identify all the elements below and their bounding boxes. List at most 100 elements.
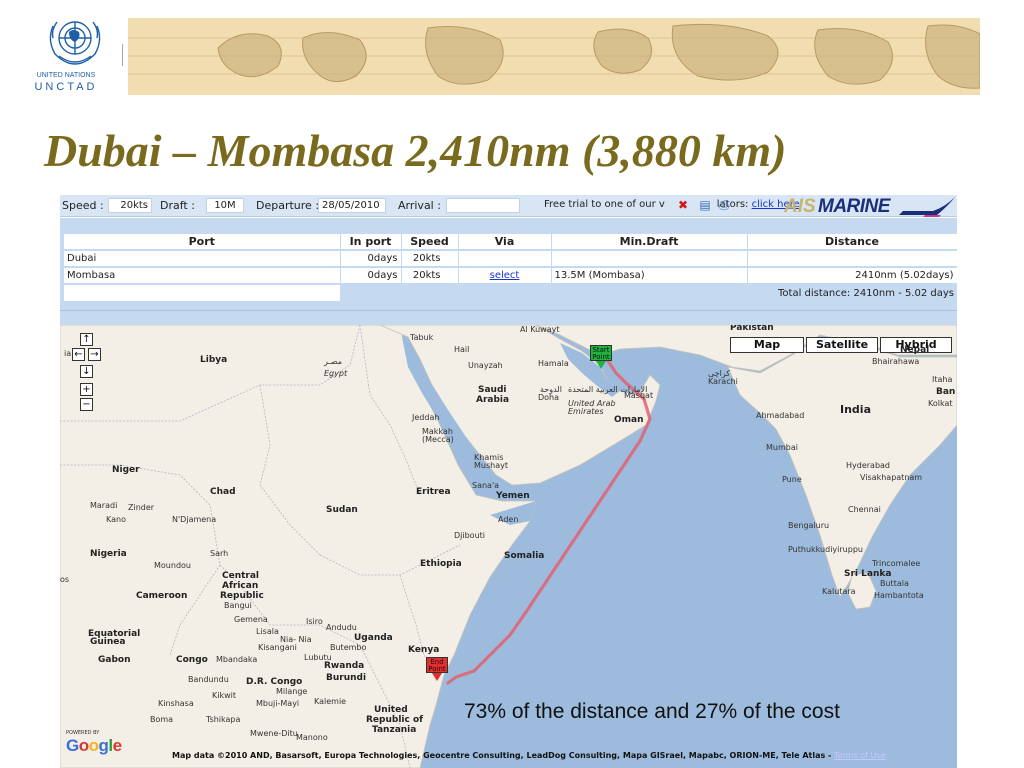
label-tshikapa: Tshikapa	[206, 715, 241, 724]
label-sarh: Sarh	[210, 549, 229, 558]
route-table: Port In port Speed Via Min.Draft Distanc…	[64, 234, 957, 301]
label-unayzah: Unayzah	[468, 361, 503, 370]
logo-divider	[122, 44, 123, 66]
route-table-panel: Port In port Speed Via Min.Draft Distanc…	[60, 234, 957, 310]
label-muscat: Masqat	[624, 391, 654, 400]
label-karachi: Karachi	[708, 377, 738, 386]
label-buttala: Buttala	[880, 579, 909, 588]
total-row: Total distance: 2410nm - 5.02 days	[64, 283, 957, 301]
label-aden: Aden	[498, 515, 519, 524]
table-row: Mombasa 0days 20kts select 13.5M (Mombas…	[64, 266, 957, 284]
map-type-map[interactable]: Map	[730, 337, 804, 353]
label-kenya: Kenya	[408, 645, 440, 655]
ais-marine-app: Speed : 20kts Draft : 10M Departure : 28…	[60, 195, 957, 768]
label-eritrea: Eritrea	[416, 487, 451, 497]
label-kisangani: Kisangani	[258, 643, 297, 652]
label-somalia: Somalia	[504, 551, 545, 561]
label-bangui: Bangui	[224, 601, 252, 610]
mindraft-cell: 13.5M (Mombasa)	[551, 266, 748, 284]
google-logo[interactable]: Google	[66, 736, 122, 756]
label-kolkata: Kolkat	[928, 399, 953, 408]
speed-input[interactable]: 20kts	[108, 198, 152, 213]
label-maradi: Maradi	[90, 501, 118, 510]
speed-cell[interactable]: 20kts	[401, 249, 459, 267]
map-type-satellite[interactable]: Satellite	[806, 337, 878, 353]
inport-cell[interactable]: 0days	[340, 266, 402, 284]
label-car-2: African	[222, 581, 259, 591]
draft-label: Draft :	[160, 199, 195, 212]
zoom-in-control[interactable]: +	[80, 383, 93, 396]
label-pune: Pune	[782, 475, 802, 484]
print-icon[interactable]: ⎙	[717, 198, 731, 212]
col-via-header: Via	[458, 234, 552, 250]
un-logo: UNITED NATIONS UNCTAD	[30, 8, 120, 103]
map-top-band	[60, 310, 957, 325]
table-top-band	[60, 218, 957, 234]
draft-input[interactable]: 10M	[206, 198, 244, 213]
via-cell	[458, 249, 552, 267]
terms-of-use-link[interactable]: Terms of Use	[834, 751, 885, 760]
blank-cell	[340, 283, 747, 301]
label-mecca: (Mecca)	[422, 435, 454, 444]
mindraft-cell	[551, 249, 748, 267]
label-lisala: Lisala	[256, 627, 279, 636]
label-manono: Manono	[296, 733, 328, 742]
speed-cell[interactable]: 20kts	[401, 266, 459, 284]
slide-title: Dubai – Mombasa 2,410nm (3,880 km)	[44, 125, 787, 176]
label-drc: D.R. Congo	[246, 677, 303, 687]
label-isiro: Isiro	[306, 617, 323, 626]
label-hail: Hail	[454, 345, 470, 354]
start-marker-pointer-icon	[596, 361, 606, 369]
pan-up-control[interactable]: ↑	[80, 333, 93, 346]
zoom-out-control[interactable]: −	[80, 398, 93, 411]
label-arabia: Arabia	[476, 395, 510, 405]
document-icon[interactable]: ▤	[698, 198, 712, 212]
departure-input[interactable]: 28/05/2010	[318, 198, 386, 213]
start-point-marker[interactable]: Start Point	[590, 345, 612, 369]
label-boma: Boma	[150, 715, 174, 724]
label-mbuji: Mbuji-Mayi	[256, 699, 300, 708]
slide-banner: UNITED NATIONS UNCTAD	[0, 0, 1024, 110]
speed-label: Speed :	[62, 199, 104, 212]
col-port-header: Port	[64, 234, 341, 250]
label-alkuwayt: Al Kuwayt	[520, 325, 560, 334]
route-map[interactable]: ↑ ← → ↓ + − Map Satellite Hybrid Start P…	[60, 325, 957, 768]
brand-prefix: AIS	[784, 196, 816, 217]
label-nigeria: Nigeria	[90, 549, 127, 559]
label-mushayt: Mushayt	[474, 461, 508, 470]
label-ndjamena: N'Djamena	[172, 515, 217, 524]
label-mwene: Mwene-Ditu	[250, 729, 298, 738]
label-sri-lanka: Sri Lanka	[844, 569, 892, 579]
close-icon[interactable]: ✖	[676, 198, 690, 212]
label-libya: Libya	[200, 355, 228, 365]
arrival-label: Arrival :	[398, 199, 441, 212]
label-visakhapatnam: Visakhapatnam	[860, 473, 923, 482]
via-select-link[interactable]: select	[458, 266, 552, 284]
label-kinshasa: Kinshasa	[158, 699, 194, 708]
label-burundi: Burundi	[326, 673, 367, 683]
map-caption: 73% of the distance and 27% of the cost	[464, 700, 840, 723]
ais-marine-logo: AIS MARINE	[784, 195, 957, 217]
label-ia: ia	[64, 349, 72, 358]
start-marker-box: Start Point	[590, 345, 612, 361]
table-header-row: Port In port Speed Via Min.Draft Distanc…	[64, 234, 957, 250]
arrival-input[interactable]	[446, 198, 520, 213]
pan-right-control[interactable]: →	[88, 348, 101, 361]
label-nepal: Nepal	[900, 345, 930, 355]
inport-cell[interactable]: 0days	[340, 249, 402, 267]
pan-left-control[interactable]: ←	[72, 348, 85, 361]
label-oman: Oman	[614, 415, 644, 425]
label-andudu: Andudu	[326, 623, 357, 632]
pan-down-control[interactable]: ↓	[80, 365, 93, 378]
brand-swoosh-icon	[899, 197, 955, 217]
label-chennai: Chennai	[848, 505, 881, 514]
label-milange: Milange	[276, 687, 308, 696]
route-toolbar: Speed : 20kts Draft : 10M Departure : 28…	[60, 195, 957, 217]
label-pakistan: Pakistan	[730, 325, 774, 333]
label-saudi: Saudi	[478, 385, 507, 395]
brand-name: MARINE	[818, 196, 890, 217]
label-ethiopia: Ethiopia	[420, 559, 462, 569]
col-distance-header: Distance	[747, 234, 957, 250]
label-tabuk: Tabuk	[410, 333, 434, 342]
end-point-marker[interactable]: End Point	[426, 657, 448, 681]
